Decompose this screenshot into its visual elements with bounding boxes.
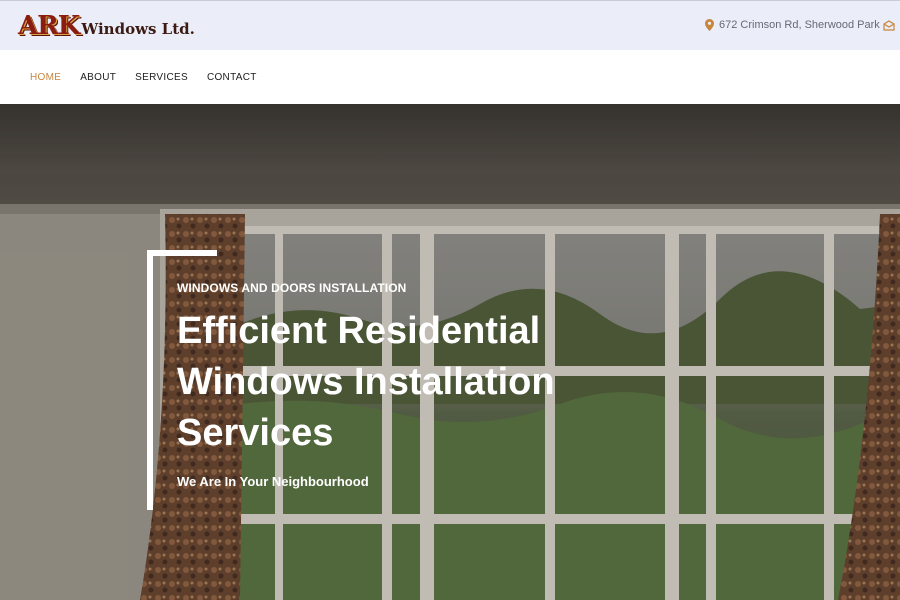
hero-headline-line: Windows Installation [177, 361, 555, 403]
address-info: 672 Crimson Rd, Sherwood Park [705, 19, 880, 31]
envelope-icon[interactable] [883, 20, 895, 31]
decorative-accent-bar [147, 250, 217, 256]
decorative-accent-line [147, 250, 153, 510]
hero-headline: Efficient Residential Windows Installati… [177, 306, 597, 459]
hero-headline-line: Efficient Residential [177, 310, 541, 352]
hero-headline-line: Services [177, 412, 334, 454]
top-info-bar: ARK Windows Ltd. 672 Crimson Rd, Sherwoo… [0, 0, 900, 50]
logo-brand: ARK [18, 11, 80, 41]
logo-tagline: Windows Ltd. [81, 20, 195, 38]
nav-item-home[interactable]: HOME [30, 72, 61, 83]
nav-item-services[interactable]: SERVICES [135, 72, 188, 83]
hero-subline: We Are In Your Neighbourhood [177, 474, 369, 489]
nav-item-about[interactable]: ABOUT [80, 72, 116, 83]
address-text: 672 Crimson Rd, Sherwood Park [719, 19, 880, 31]
main-navigation: HOME ABOUT SERVICES CONTACT [16, 50, 900, 104]
nav-item-contact[interactable]: CONTACT [207, 72, 257, 83]
hero-eyebrow: WINDOWS AND DOORS INSTALLATION [177, 281, 407, 295]
site-logo[interactable]: ARK Windows Ltd. [18, 11, 195, 41]
map-pin-icon [705, 19, 714, 31]
